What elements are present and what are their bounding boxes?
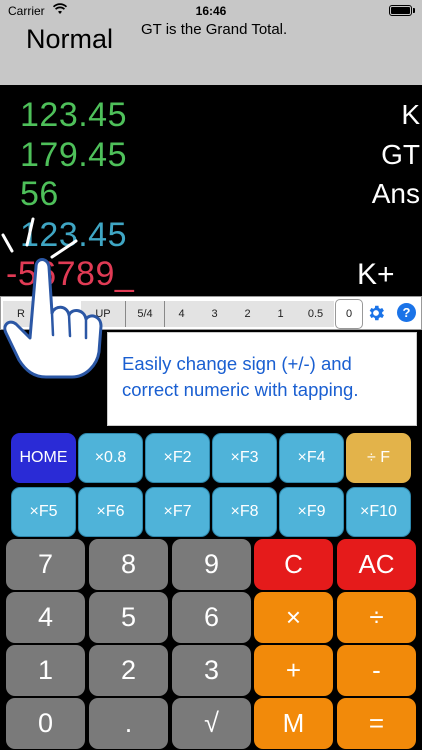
display-line-gt[interactable]: 179.45 [20,136,127,175]
times-f4-button[interactable]: ×F4 [279,433,344,483]
digit-2-button[interactable]: 2 [89,645,168,696]
tip-box: Easily change sign (+/-) and correct num… [107,332,417,426]
mode-label-kplus: K+ [357,258,395,291]
times-f9-button[interactable]: ×F9 [279,487,344,537]
clear-button[interactable]: C [254,539,333,590]
digit-8-button[interactable]: 8 [89,539,168,590]
label-ans: Ans [371,178,420,209]
round-option-4[interactable]: 4 [165,301,198,327]
label-gt: GT [381,139,420,170]
home-button[interactable]: HOME [11,433,76,483]
tip-text: Easily change sign (+/-) and correct num… [122,353,359,400]
times-f10-button[interactable]: ×F10 [346,487,411,537]
round-option-2[interactable]: 2 [231,301,264,327]
digit-7-button[interactable]: 7 [6,539,85,590]
times-f3-button[interactable]: ×F3 [212,433,277,483]
mode-title[interactable]: Normal [26,24,113,55]
round-option-5-4[interactable]: 5/4 [126,301,164,327]
minus-button[interactable]: - [337,645,416,696]
display-line-k[interactable]: 123.45 [20,96,127,135]
gear-icon[interactable] [366,303,386,323]
tap-hand-icon [1,217,103,379]
times-f5-button[interactable]: ×F5 [11,487,76,537]
battery-tip [413,8,415,13]
times-f6-button[interactable]: ×F6 [78,487,143,537]
header: Carrier 16:46 Normal GT is the Grand Tot… [0,0,422,85]
round-option-3[interactable]: 3 [198,301,231,327]
times-0-8-button[interactable]: ×0.8 [78,433,143,483]
divide-f-button[interactable]: ÷ F [346,433,411,483]
round-option-1[interactable]: 1 [264,301,297,327]
memory-button[interactable]: M [254,698,333,749]
digit-3-button[interactable]: 3 [172,645,251,696]
divide-button[interactable]: ÷ [337,592,416,643]
digit-5-button[interactable]: 5 [89,592,168,643]
times-f2-button[interactable]: ×F2 [145,433,210,483]
digit-9-button[interactable]: 9 [172,539,251,590]
digit-4-button[interactable]: 4 [6,592,85,643]
digit-6-button[interactable]: 6 [172,592,251,643]
times-f8-button[interactable]: ×F8 [212,487,277,537]
round-option-0-5[interactable]: 0.5 [297,301,334,327]
multiply-button[interactable]: × [254,592,333,643]
plus-button[interactable]: + [254,645,333,696]
digit-1-button[interactable]: 1 [6,645,85,696]
status-time: 16:46 [195,4,227,18]
gt-note: GT is the Grand Total. [141,21,288,38]
status-bar: Carrier 16:46 [0,0,422,22]
all-clear-button[interactable]: AC [337,539,416,590]
equals-button[interactable]: = [337,698,416,749]
help-icon[interactable]: ? [397,303,416,322]
times-f7-button[interactable]: ×F7 [145,487,210,537]
square-root-button[interactable]: √ [172,698,251,749]
digit-0-button[interactable]: 0 [6,698,85,749]
battery-icon [389,5,412,16]
decimal-point-button[interactable]: . [89,698,168,749]
label-k: K [401,99,420,130]
round-option-0[interactable]: 0 [335,299,363,329]
